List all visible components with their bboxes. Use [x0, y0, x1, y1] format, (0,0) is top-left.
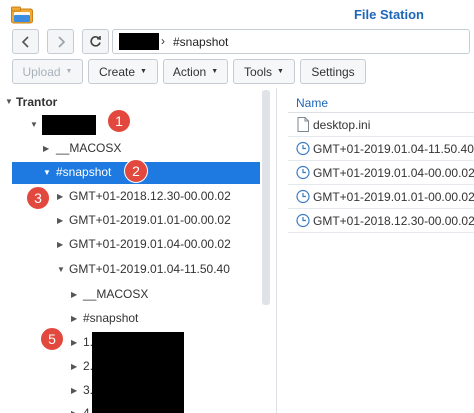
redacted-block: [119, 33, 159, 50]
expand-down-icon[interactable]: ▼: [30, 120, 38, 129]
tree-root[interactable]: Trantor: [16, 95, 57, 109]
title-bar: File Station: [0, 0, 474, 29]
folder-tree: ▼ Trantor ▼ ▶ __MACOSX ▼ #snapshot ▶ GMT…: [0, 90, 262, 413]
file-row[interactable]: GMT+01-2019.01.01-00.00.02: [288, 185, 474, 209]
file-row[interactable]: GMT+01-2019.01.04-11.50.40: [288, 137, 474, 161]
expand-right-icon[interactable]: ▶: [57, 192, 63, 201]
file-row[interactable]: desktop.ini: [288, 113, 474, 137]
caret-down-icon: ▼: [65, 68, 73, 75]
expand-right-icon[interactable]: ▶: [71, 409, 77, 413]
tree-item-snapshot-date[interactable]: GMT+01-2019.01.04-00.00.02: [69, 237, 231, 251]
refresh-button[interactable]: [82, 29, 109, 54]
expand-right-icon[interactable]: ▶: [71, 362, 77, 371]
tree-item-snapshot[interactable]: #snapshot: [83, 311, 138, 325]
nav-bar: › #snapshot: [0, 29, 474, 57]
toolbar: Upload ▼ Create ▼ Action ▼ Tools ▼ Settings: [0, 57, 474, 88]
expand-right-icon[interactable]: ▶: [71, 314, 77, 323]
redacted-block: [92, 332, 184, 413]
refresh-icon: [90, 36, 101, 47]
tree-item-snapshot-date[interactable]: GMT+01-2018.12.30-00.00.02: [69, 189, 231, 203]
file-row[interactable]: GMT+01-2019.01.04-00.00.02: [288, 161, 474, 185]
file-name: GMT+01-2019.01.01-00.00.02: [313, 190, 474, 204]
expand-right-icon[interactable]: ▶: [43, 144, 49, 153]
annotation-badge: 3: [26, 186, 50, 210]
annotation-badge: 5: [40, 327, 64, 351]
path-separator: ›: [161, 34, 165, 48]
folder-icon: [11, 6, 33, 24]
expand-down-icon[interactable]: ▼: [57, 265, 65, 274]
back-button[interactable]: [12, 29, 39, 54]
chevron-left-icon: [21, 35, 29, 48]
path-current: #snapshot: [173, 35, 229, 49]
upload-label: Upload: [22, 64, 61, 79]
expand-right-icon[interactable]: ▶: [57, 240, 63, 249]
snapshot-icon: [296, 165, 310, 180]
tree-item-macosx[interactable]: __MACOSX: [83, 287, 148, 301]
expand-down-icon[interactable]: ▼: [5, 97, 13, 106]
expand-right-icon[interactable]: ▶: [71, 290, 77, 299]
app-title: File Station: [353, 7, 424, 22]
settings-button[interactable]: Settings: [300, 59, 366, 84]
action-label: Action: [172, 64, 207, 79]
tree-scrollbar[interactable]: [262, 90, 270, 305]
file-name: GMT+01-2018.12.30-00.00.02: [313, 214, 474, 228]
annotation-badge: 2: [124, 159, 148, 183]
settings-label: Settings: [311, 64, 355, 79]
redacted-block[interactable]: [42, 115, 96, 135]
file-name: GMT+01-2019.01.04-00.00.02: [313, 166, 474, 180]
tree-item-snapshot-date[interactable]: GMT+01-2019.01.04-11.50.40: [69, 262, 230, 276]
forward-button[interactable]: [47, 29, 74, 54]
create-button[interactable]: Create ▼: [88, 59, 158, 84]
action-button[interactable]: Action ▼: [163, 59, 228, 84]
caret-down-icon: ▼: [140, 68, 147, 75]
caret-down-icon: ▼: [277, 68, 284, 75]
expand-right-icon[interactable]: ▶: [71, 338, 77, 347]
file-row[interactable]: GMT+01-2018.12.30-00.00.02: [288, 209, 474, 233]
tree-item-snapshot[interactable]: #snapshot: [56, 165, 111, 179]
chevron-right-icon: [57, 35, 65, 48]
tools-label: Tools: [244, 64, 273, 79]
file-icon: [297, 117, 309, 132]
panel-divider[interactable]: [276, 88, 277, 413]
snapshot-icon: [296, 141, 310, 156]
snapshot-icon: [296, 213, 310, 228]
annotation-badge: 1: [107, 109, 131, 133]
column-header-name[interactable]: Name: [296, 96, 328, 110]
tree-item-snapshot-date[interactable]: GMT+01-2019.01.01-00.00.02: [69, 213, 231, 227]
path-bar[interactable]: › #snapshot: [112, 29, 470, 54]
caret-down-icon: ▼: [211, 68, 219, 75]
tree-item-macosx[interactable]: __MACOSX: [56, 141, 121, 155]
expand-right-icon[interactable]: ▶: [71, 386, 77, 395]
upload-button[interactable]: Upload ▼: [12, 59, 83, 84]
create-label: Create: [99, 64, 136, 79]
expand-down-icon[interactable]: ▼: [43, 168, 51, 177]
snapshot-icon: [296, 189, 310, 204]
expand-right-icon[interactable]: ▶: [57, 216, 63, 225]
file-name: GMT+01-2019.01.04-11.50.40: [313, 142, 474, 156]
file-name: desktop.ini: [313, 118, 371, 132]
tools-button[interactable]: Tools ▼: [233, 59, 295, 84]
